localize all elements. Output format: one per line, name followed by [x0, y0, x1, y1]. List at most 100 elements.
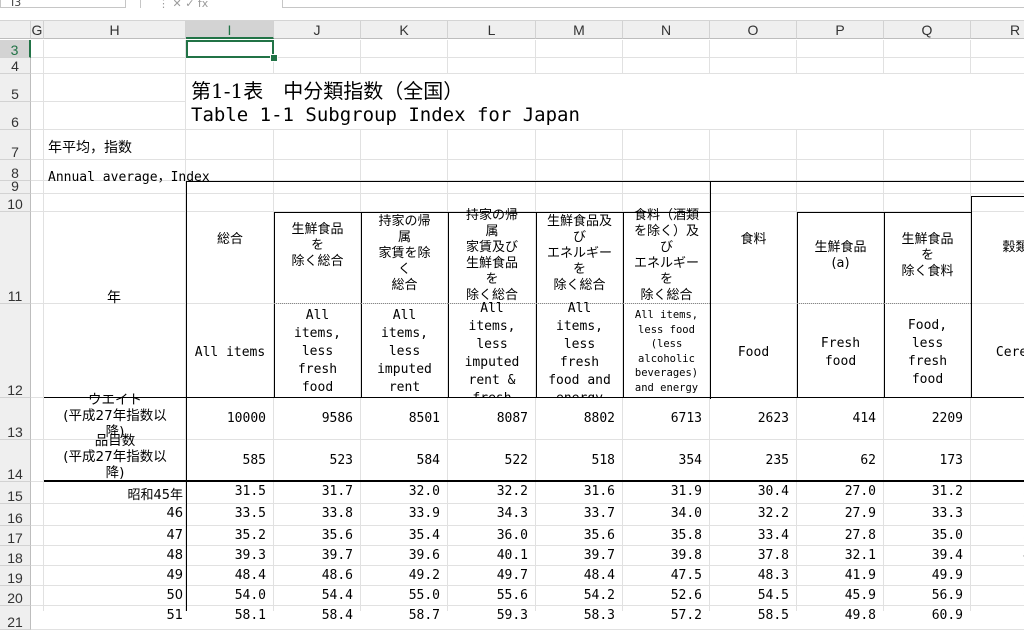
header-ja-all: 総合: [216, 232, 243, 247]
row-header-21[interactable]: 21: [0, 606, 31, 630]
data-cell-m-19: 48.4: [583, 568, 615, 583]
year-label-21: 51: [166, 608, 183, 623]
selected-cell[interactable]: [186, 40, 274, 58]
header-en-j: All items, less fresh food: [294, 308, 341, 395]
data-cell-l-20: 55.6: [496, 588, 528, 603]
row-header-10[interactable]: 10: [0, 194, 31, 212]
header-en-r: Cerea: [995, 345, 1024, 360]
column-header-j[interactable]: J: [274, 21, 361, 39]
weight-value-p: 414: [852, 411, 876, 426]
data-cell-j-20: 54.4: [321, 588, 353, 603]
column-header-i[interactable]: I: [186, 21, 274, 39]
data-cell-i-15: 31.5: [234, 484, 266, 499]
header-ja-r: 穀類: [1002, 240, 1024, 255]
formula-bar-icons[interactable]: ⋮ ✕ ✓ fx: [158, 0, 208, 10]
data-cell-n-21: 57.2: [670, 608, 702, 623]
table-border-2: [711, 181, 1024, 182]
row-header-17[interactable]: 17: [0, 526, 31, 546]
formula-bar-separator: [140, 0, 141, 8]
items-value-j: 523: [329, 453, 353, 468]
data-cell-o-19: 48.3: [757, 568, 789, 583]
table-border-5: [971, 196, 1024, 197]
column-header-l[interactable]: L: [448, 21, 536, 39]
data-cell-i-16: 33.5: [234, 506, 266, 521]
weight-value-m: 8802: [583, 411, 615, 426]
data-cell-m-21: 58.3: [583, 608, 615, 623]
table-border-6: [44, 397, 1024, 398]
header-ja-l: 持家の帰 属 家賃及び 生鮮食品 を 除く総合: [465, 208, 518, 303]
header-separator-4: [623, 303, 710, 305]
data-cell-p-18: 32.1: [844, 548, 876, 563]
data-cell-i-19: 48.4: [234, 568, 266, 583]
row-header-5[interactable]: 5: [0, 74, 31, 102]
row-header-20[interactable]: 20: [0, 586, 31, 606]
year-label-15: 昭和45年: [127, 488, 183, 503]
table-border-0: [186, 181, 711, 182]
items-value-q: 173: [939, 453, 963, 468]
column-header-r[interactable]: R: [971, 21, 1024, 39]
formula-bar: I3 ⋮ ✕ ✓ fx: [0, 0, 1024, 21]
data-cell-m-17: 35.6: [583, 528, 615, 543]
data-cell-i-20: 54.0: [234, 588, 266, 603]
year-label-20: 50: [166, 588, 183, 603]
weight-value-j: 9586: [321, 411, 353, 426]
items-value-l: 522: [504, 453, 528, 468]
subtitle-en: Annual average，Index: [48, 170, 210, 185]
gridline-row-9: [31, 193, 1024, 194]
formula-input[interactable]: [282, 0, 1024, 8]
year-label-16: 46: [166, 506, 183, 521]
selection-fill-handle[interactable]: [270, 54, 278, 62]
header-ja-p: 生鮮食品 (a): [814, 240, 867, 271]
column-header-g[interactable]: G: [31, 21, 44, 39]
row-header-3[interactable]: 3: [0, 40, 31, 58]
data-cell-p-16: 27.9: [844, 506, 876, 521]
row-header-9[interactable]: 9: [0, 179, 31, 194]
data-cell-o-16: 32.2: [757, 506, 789, 521]
column-header-n[interactable]: N: [623, 21, 710, 39]
row-header-15[interactable]: 15: [0, 482, 31, 504]
data-cell-l-17: 36.0: [496, 528, 528, 543]
data-cell-n-18: 39.8: [670, 548, 702, 563]
header-separator-5: [797, 303, 884, 305]
row-header-12[interactable]: 12: [0, 304, 31, 398]
header-separator-0: [274, 303, 361, 305]
data-cell-r-16: 3: [971, 506, 1024, 521]
row-header-18[interactable]: 18: [0, 546, 31, 566]
header-separator-6: [884, 303, 971, 305]
year-column-header: 年: [107, 290, 121, 306]
data-cell-o-18: 37.8: [757, 548, 789, 563]
column-header-m[interactable]: M: [536, 21, 623, 39]
column-header-q[interactable]: Q: [884, 21, 971, 39]
data-cell-m-20: 54.2: [583, 588, 615, 603]
data-cell-m-16: 33.7: [583, 506, 615, 521]
select-all-corner[interactable]: [0, 21, 31, 39]
row-header-4[interactable]: 4: [0, 58, 31, 74]
name-box[interactable]: I3: [0, 0, 126, 8]
data-cell-m-15: 31.6: [583, 484, 615, 499]
spreadsheet-grid[interactable]: G H I J K L M N O P Q R 3 4 5 6 7 8 9 10 11 12 13 14 15 16 17 18 19 2…: [0, 0, 1024, 630]
row-header-11[interactable]: 11: [0, 212, 31, 304]
row-header-6[interactable]: 6: [0, 102, 31, 130]
header-ja-q: 生鮮食品 を 除く食料: [901, 232, 954, 279]
header-en-q: Food, less fresh food: [907, 318, 948, 387]
items-value-m: 518: [591, 453, 615, 468]
column-header-o[interactable]: O: [710, 21, 797, 39]
row-header-16[interactable]: 16: [0, 504, 31, 526]
data-cell-r-15: 3: [971, 484, 1024, 499]
data-cell-n-16: 34.0: [670, 506, 702, 521]
data-cell-j-21: 58.4: [321, 608, 353, 623]
year-label-17: 47: [166, 528, 183, 543]
items-value-p: 62: [860, 453, 876, 468]
column-header-p[interactable]: P: [797, 21, 884, 39]
data-cell-r-17: 3: [971, 528, 1024, 543]
header-en-p: Fresh food: [820, 336, 861, 369]
data-cell-i-21: 58.1: [234, 608, 266, 623]
row-header-19[interactable]: 19: [0, 566, 31, 586]
column-header-k[interactable]: K: [361, 21, 448, 39]
row-header-7[interactable]: 7: [0, 130, 31, 160]
row-header-13[interactable]: 13: [0, 398, 31, 440]
row-header-14[interactable]: 14: [0, 440, 31, 482]
column-header-h[interactable]: H: [44, 21, 186, 39]
data-cell-k-17: 35.4: [408, 528, 440, 543]
weight-value-q: 2209: [931, 411, 963, 426]
